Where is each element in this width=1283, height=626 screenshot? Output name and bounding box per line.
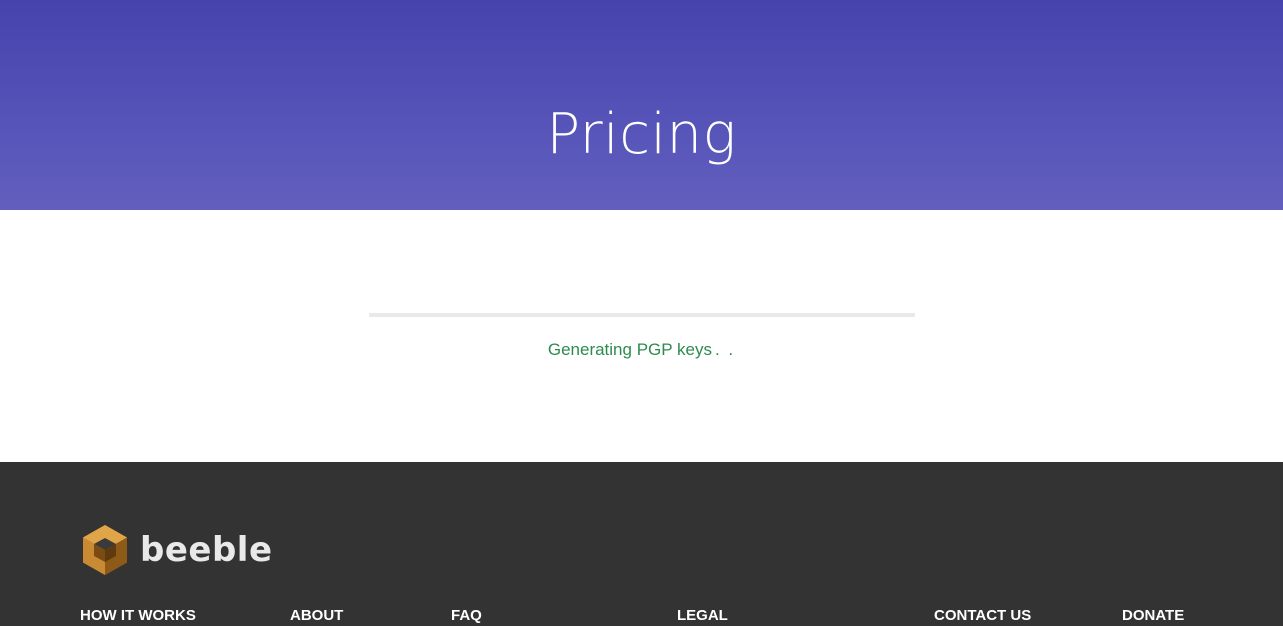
footer-link-donate[interactable]: DONATE	[1122, 606, 1184, 626]
site-footer: beeble HOW IT WORKS ABOUT FAQ LEGAL CONT…	[0, 462, 1283, 626]
footer-link-how-it-works[interactable]: HOW IT WORKS	[80, 606, 196, 626]
beeble-hexagon-logo-icon	[83, 525, 127, 575]
footer-link-about[interactable]: ABOUT	[290, 606, 343, 626]
page-header: Pricing	[0, 0, 1283, 210]
status-message: Generating PGP keys. .	[0, 339, 1283, 361]
main-content: Generating PGP keys. .	[0, 210, 1283, 462]
footer-link-contact-us[interactable]: CONTACT US	[934, 606, 1031, 626]
key-generation-progress-bar	[369, 313, 915, 317]
brand-logo-link[interactable]: beeble	[82, 524, 273, 576]
status-text: Generating PGP keys	[547, 340, 712, 359]
brand-name: beeble	[140, 530, 273, 570]
loading-dots: . .	[714, 340, 736, 359]
footer-link-faq[interactable]: FAQ	[451, 606, 482, 626]
footer-link-legal[interactable]: LEGAL	[677, 606, 728, 626]
page-title: Pricing	[546, 101, 737, 167]
